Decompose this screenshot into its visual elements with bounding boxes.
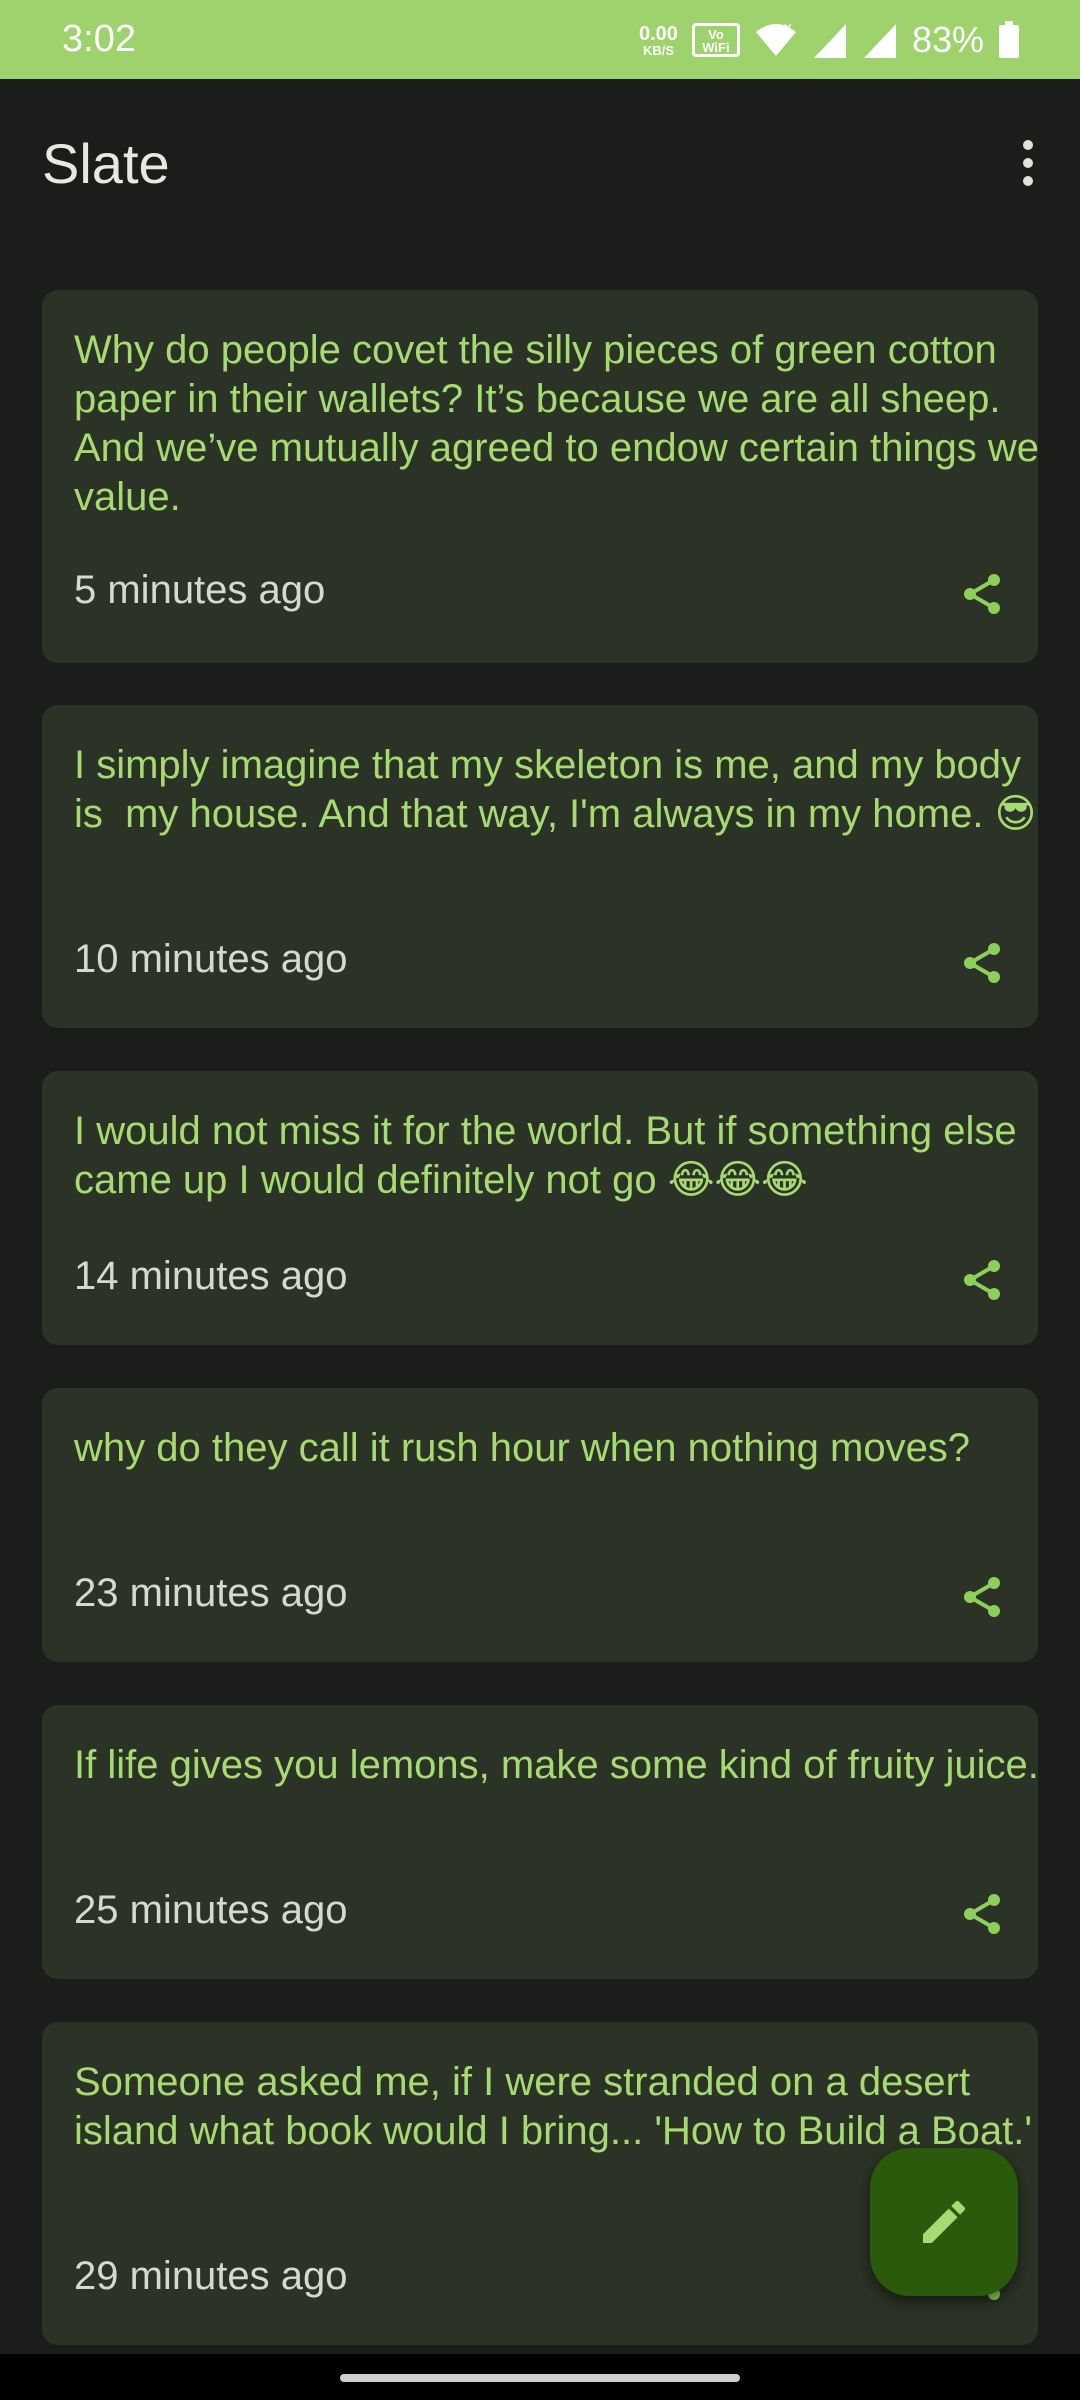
- note-text: I would not miss it for the world. But i…: [74, 1109, 1028, 1202]
- note-text: I simply imagine that my skeleton is me,…: [74, 743, 1037, 836]
- battery-icon: [999, 21, 1019, 58]
- note-text: Someone asked me, if I were stranded on …: [74, 2060, 1033, 2153]
- note-card[interactable]: I simply imagine that my skeleton is me,…: [42, 705, 1038, 1028]
- wifi-icon: x: [755, 20, 796, 56]
- note-text: Why do people covet the silly pieces of …: [74, 328, 1051, 519]
- share-icon[interactable]: [958, 1890, 1006, 1938]
- more-vert-icon[interactable]: [996, 123, 1060, 203]
- note-timestamp: 14 minutes ago: [74, 1254, 348, 1298]
- cell-signal-2-icon: [863, 24, 896, 58]
- screen: 3:02 0.00 KB/S Vo WiFi x 83% Slate Why d…: [0, 0, 1080, 2400]
- home-indicator[interactable]: [340, 2374, 740, 2382]
- edit-pencil-icon: [923, 2200, 966, 2243]
- note-card[interactable]: If life gives you lemons, make some kind…: [42, 1705, 1039, 1979]
- note-timestamp: 5 minutes ago: [74, 568, 326, 612]
- vowifi-icon: Vo WiFi: [691, 23, 740, 57]
- share-icon[interactable]: [958, 939, 1006, 987]
- status-bar: 3:02 0.00 KB/S Vo WiFi x 83%: [0, 0, 1080, 79]
- new-note-button[interactable]: [870, 2148, 1018, 2296]
- status-time: 3:02: [62, 18, 136, 60]
- network-speed-value: 0.00: [639, 22, 678, 45]
- svg-text:x: x: [784, 20, 792, 35]
- note-timestamp: 23 minutes ago: [74, 1571, 348, 1615]
- status-icons: 0.00 KB/S Vo WiFi x 83%: [639, 16, 1020, 64]
- share-icon[interactable]: [958, 1573, 1006, 1621]
- share-icon[interactable]: [958, 1256, 1006, 1304]
- battery-percentage: 83%: [911, 19, 984, 60]
- share-icon[interactable]: [958, 570, 1006, 618]
- note-text: If life gives you lemons, make some kind…: [74, 1743, 1039, 1787]
- note-timestamp: 29 minutes ago: [74, 2254, 348, 2298]
- note-card[interactable]: why do they call it rush hour when nothi…: [42, 1388, 1038, 1662]
- note-card[interactable]: Why do people covet the silly pieces of …: [42, 290, 1039, 663]
- note-timestamp: 25 minutes ago: [74, 1888, 348, 1932]
- note-timestamp: 10 minutes ago: [74, 937, 348, 981]
- app-title: Slate: [42, 132, 170, 195]
- system-nav-bar: [0, 2354, 1080, 2400]
- cell-signal-icon: [813, 24, 846, 58]
- network-speed-unit: KB/S: [642, 42, 674, 58]
- network-speed: 0.00 KB/S: [639, 24, 678, 57]
- note-card[interactable]: I would not miss it for the world. But i…: [42, 1071, 1038, 1345]
- note-text: why do they call it rush hour when nothi…: [74, 1426, 971, 1470]
- app-bar: Slate: [0, 79, 1080, 254]
